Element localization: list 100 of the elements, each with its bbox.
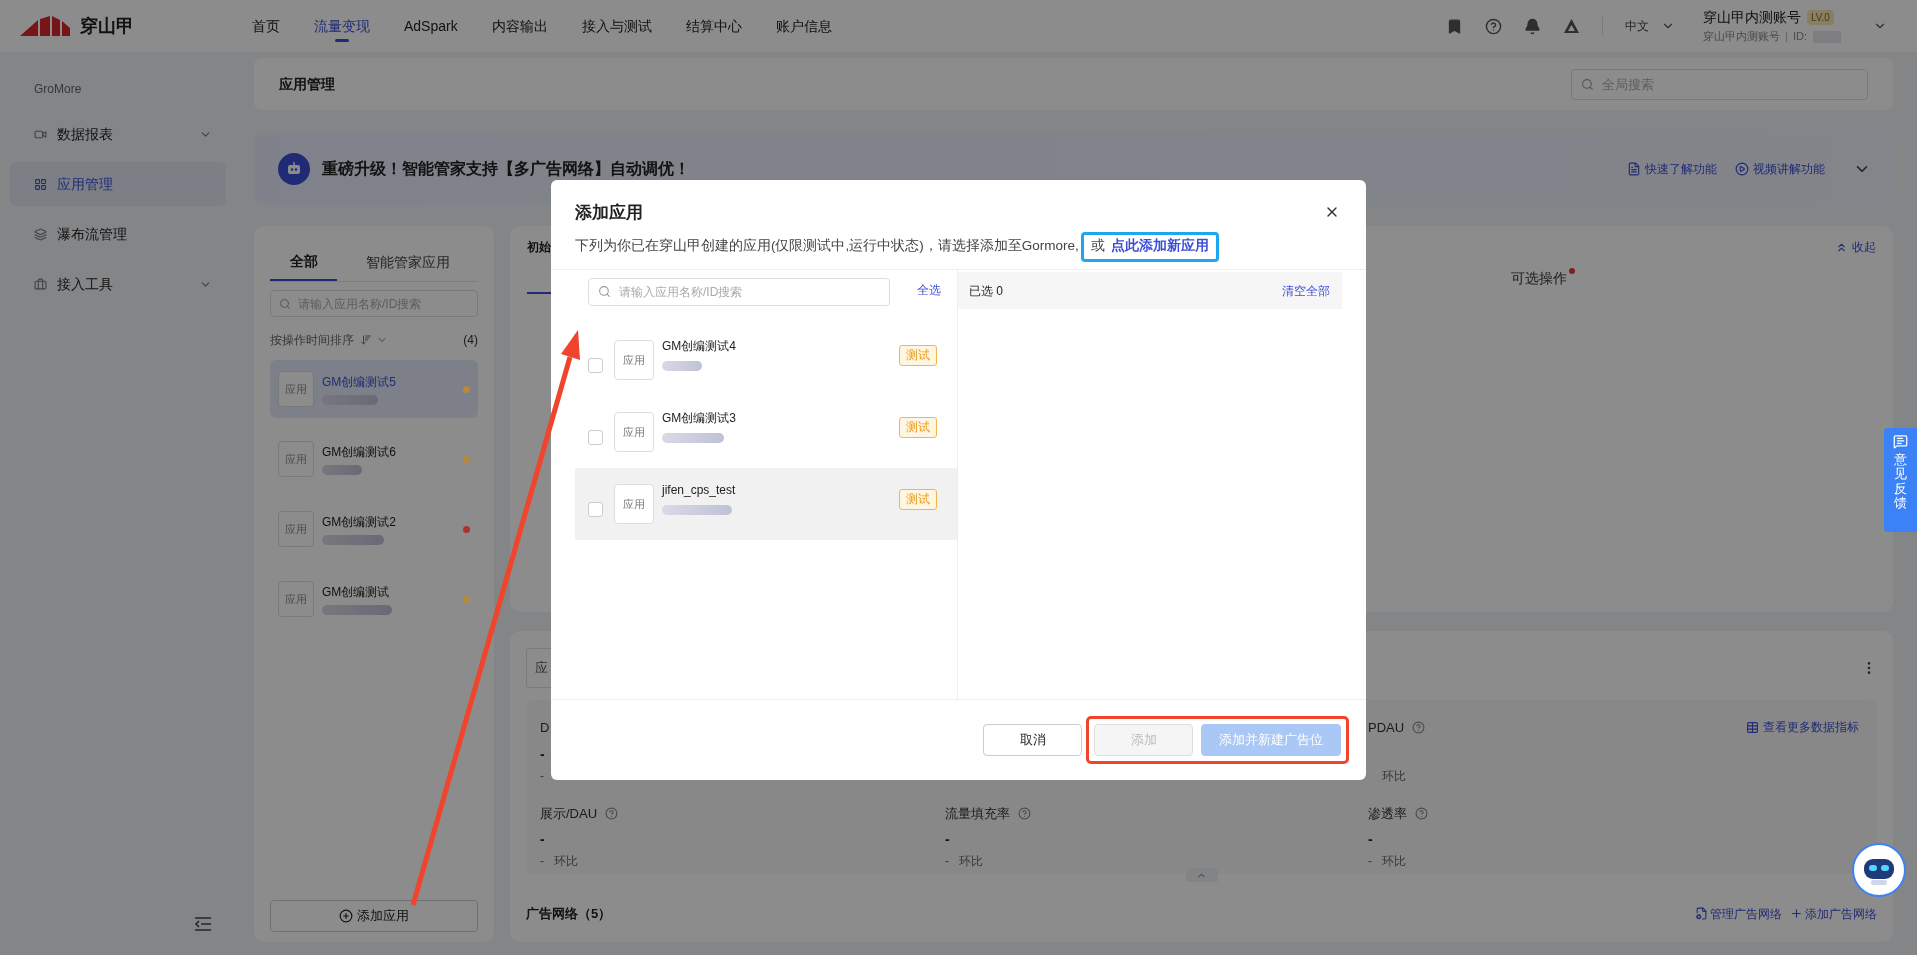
search-field[interactable]: 请输入应用名称/ID搜索 (588, 278, 890, 306)
account-name: 穿山甲内测账号 (1702, 8, 1801, 28)
app-option-row[interactable]: 应用 jifen_cps_test 测试 (575, 468, 957, 540)
dialog-description: 下列为你已在穿山甲创建的应用(仅限测试中,运行中状态)，请选择添加至Gormore, (575, 237, 1079, 256)
plus-icon (1790, 907, 1803, 921)
collapse-sidebar-icon[interactable] (194, 917, 212, 931)
checkbox[interactable] (588, 429, 603, 445)
help-icon[interactable] (1412, 721, 1426, 735)
sort-label[interactable]: 按操作时间排序 (270, 331, 354, 349)
app-name: GM创编测试3 (662, 410, 736, 427)
help-icon[interactable] (1484, 17, 1502, 35)
selected-count: 已选 0 (969, 282, 1003, 300)
collapse-link[interactable]: 收起 (1852, 238, 1876, 256)
nav-tab[interactable]: 账户信息 (775, 0, 832, 52)
metric-change-label: 环比 (1382, 767, 1406, 785)
metric-change: - (540, 767, 544, 785)
metric-label: PDAU (1368, 719, 1405, 737)
metric-change-label: 环比 (959, 853, 983, 870)
blurred-text (662, 361, 702, 371)
feedback-tab[interactable]: 意见反馈 (1884, 428, 1917, 532)
settings-document-icon (1695, 907, 1708, 921)
notification-icon[interactable] (1523, 17, 1541, 35)
help-icon[interactable] (1415, 806, 1428, 820)
language-selector[interactable]: 中文 (1624, 17, 1649, 35)
panel-tab[interactable]: 全部 (270, 244, 337, 281)
nav-tab[interactable]: 首页 (252, 0, 280, 52)
manage-networks-link[interactable]: 管理广告网络 (1710, 904, 1782, 923)
dialog-title: 添加应用 (575, 203, 643, 222)
blurred-text (662, 433, 724, 443)
account-id-label: ID: (1792, 29, 1807, 45)
nav-tab[interactable]: 流量变现 (314, 0, 370, 52)
sort-icon[interactable] (360, 334, 372, 346)
metric-value: - (1368, 830, 1374, 847)
checkbox[interactable] (588, 357, 603, 373)
collapse-toggle[interactable] (1185, 868, 1218, 882)
sidebar-item[interactable]: 数据报表 (10, 112, 226, 156)
app-option-row[interactable]: 应用 GM创编测试3 测试 (575, 396, 957, 468)
app-name: GM创编测试5 (322, 374, 396, 391)
metric-change-label: 环比 (1382, 853, 1406, 870)
help-icon[interactable] (605, 806, 619, 820)
page-title: 应用管理 (279, 74, 335, 94)
triangle-icon[interactable] (1562, 18, 1580, 34)
blurred-text (322, 465, 362, 475)
banner-link[interactable]: 快速了解功能 (1645, 159, 1717, 178)
metric-change-label: 环比 (554, 853, 578, 870)
app-icon: 应用 (278, 441, 314, 477)
search-icon (1581, 77, 1594, 91)
search-icon (598, 285, 611, 298)
sidebar-item[interactable]: 接入工具 (10, 262, 226, 306)
metric-value: - (540, 830, 546, 847)
app-list-item[interactable]: 应用 GM创编测试6 (270, 430, 478, 488)
metric-change: - (1368, 853, 1372, 870)
status-tag: 测试 (899, 488, 937, 510)
app-list-item[interactable]: 应用 GM创编测试5 (270, 360, 478, 418)
select-all-link[interactable]: 全选 (917, 281, 941, 299)
play-icon (1735, 161, 1749, 176)
panel-tab[interactable]: 智能管家应用 (337, 244, 478, 281)
or-text: 或 (1090, 237, 1105, 256)
metric-label: 展示/DAU (540, 804, 598, 823)
app-option-row[interactable]: 应用 GM创编测试4 测试 (575, 324, 957, 396)
logo-text: 穿山甲 (80, 14, 134, 38)
nav-tab[interactable]: 结算中心 (685, 0, 742, 52)
app-name: GM创编测试4 (662, 338, 736, 355)
dialog-button[interactable]: 取消 (983, 724, 1082, 756)
level-badge: LV.0 (1806, 10, 1834, 26)
document-icon (1627, 161, 1641, 176)
app-icon: 应用 (278, 581, 314, 617)
app-icon: 应用 (614, 340, 654, 380)
more-metrics-link[interactable]: 查看更多数据指标 (1763, 718, 1859, 736)
nav-tab[interactable]: AdSpark (404, 0, 458, 52)
app-name: GM创编测试2 (322, 514, 396, 531)
add-network-link[interactable]: 添加广告网络 (1805, 904, 1877, 923)
sidebar-item[interactable]: 应用管理 (10, 162, 226, 206)
checkbox[interactable] (588, 501, 603, 517)
app-name: jifen_cps_test (662, 482, 736, 499)
table-icon (1746, 720, 1759, 734)
detail-tab[interactable]: 初始 (527, 238, 551, 256)
status-tag: 测试 (899, 416, 937, 438)
optional-actions-tab[interactable]: 可选操作 (1511, 268, 1567, 289)
sidebar-item[interactable]: 瀑布流管理 (10, 212, 226, 256)
add-app-button[interactable]: 添加应用 (270, 900, 478, 932)
nav-tab[interactable]: 接入与测试 (581, 0, 652, 52)
nav-tab[interactable]: 内容输出 (491, 0, 548, 52)
blurred-text (662, 505, 732, 515)
blurred-text (322, 535, 384, 545)
metric-change: - (945, 853, 949, 870)
app-icon: 应用 (614, 484, 654, 524)
section-label: GroMore (34, 81, 83, 98)
section-title: 广告网络（5） (526, 905, 612, 923)
clear-all-link[interactable]: 清空全部 (1282, 281, 1330, 300)
metric-value: - (945, 830, 951, 847)
help-icon[interactable] (1018, 806, 1031, 820)
metric-value: - (540, 744, 546, 762)
metric-label: D (540, 719, 550, 737)
add-new-app-link[interactable]: 点此添加新应用 (1110, 236, 1209, 257)
app-icon: 应用 (614, 412, 654, 452)
app-list-item[interactable]: 应用 GM创编测试2 (270, 500, 478, 558)
banner-link[interactable]: 视频讲解功能 (1753, 159, 1825, 178)
app-list-item[interactable]: 应用 GM创编测试 (270, 570, 478, 628)
metric-label: 流量填充率 (945, 804, 1010, 823)
